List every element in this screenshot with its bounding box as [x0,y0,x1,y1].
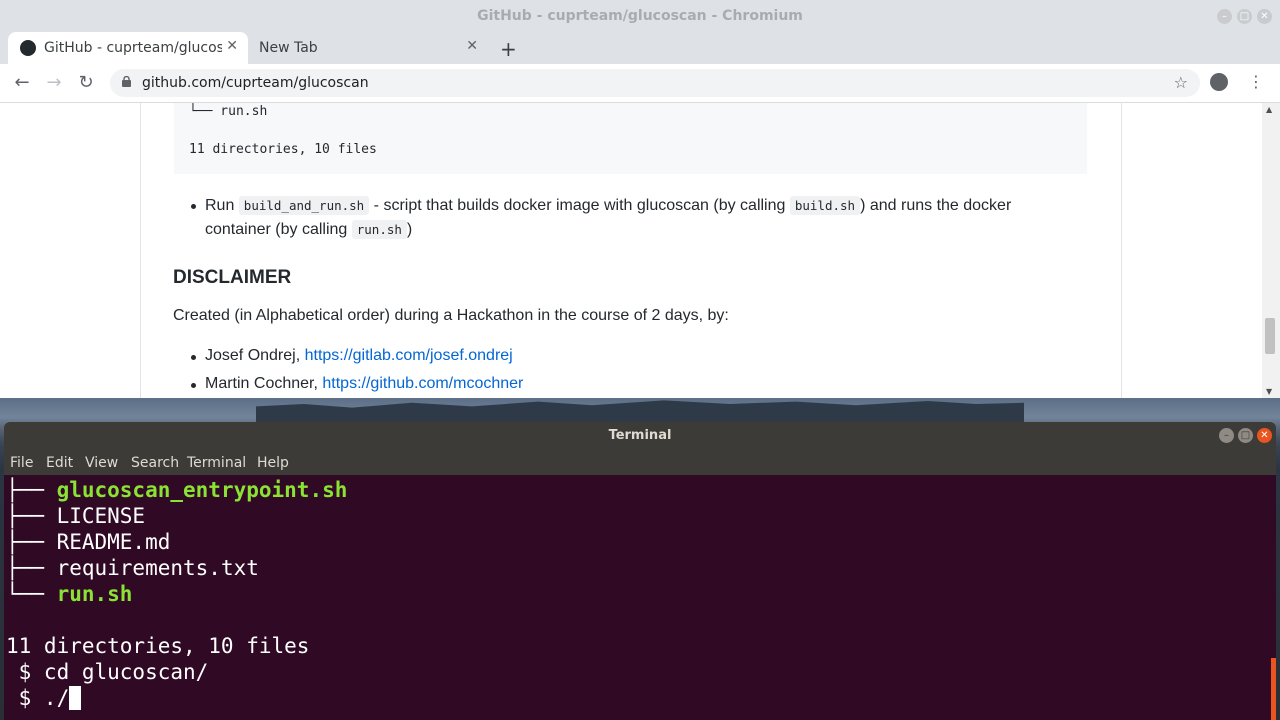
terminal-menubar: File Edit View Search Terminal Help [4,450,1276,475]
run-bullet: Run build_and_run.sh - script that build… [205,194,1065,242]
menu-view[interactable]: View [85,455,118,471]
scroll-up-icon[interactable]: ▲ [1266,105,1272,114]
menu-terminal[interactable]: Terminal [187,455,246,471]
tab-label: GitHub - cuprteam/glucoscan [44,40,222,56]
page-content: └── run.sh 11 directories, 10 files Run … [0,103,1262,398]
tree-prefix: └── [6,582,57,606]
menu-help[interactable]: Help [257,455,289,471]
command-line: $ cd glucoscan/ [6,660,209,684]
menu-search[interactable]: Search [131,455,179,471]
bullet-dot [191,204,196,209]
text: - script that builds docker image with g… [369,197,790,214]
tree-prefix: ├── [6,478,57,502]
browser-window: GitHub - cuprteam/glucoscan - Chromium –… [0,0,1280,398]
scroll-thumb[interactable] [1265,318,1275,354]
minimize-icon[interactable]: – [1219,428,1234,443]
code-line: 11 directories, 10 files [189,142,377,157]
author-name: Josef Ondrej, [205,347,305,364]
tree-line: └── run.sh [6,582,132,606]
author-name: Martin Cochner, [205,375,323,392]
terminal-scrollbar[interactable] [1271,658,1276,720]
reload-icon[interactable]: ↻ [75,72,97,93]
inline-code: build_and_run.sh [238,196,370,215]
browser-titlebar: GitHub - cuprteam/glucoscan - Chromium –… [0,0,1280,32]
tab-close-icon[interactable]: ✕ [466,38,478,54]
maximize-icon[interactable]: □ [1237,9,1252,24]
tree-line: ├── glucoscan_entrypoint.sh [6,478,347,502]
close-icon[interactable]: ✕ [1257,9,1272,24]
forward-icon[interactable]: → [43,72,65,93]
inline-code: build.sh [789,196,861,215]
mountain-ridge [256,400,1024,422]
author-link[interactable]: https://github.com/mcochner [322,375,523,392]
tree-entry: run.sh [56,582,133,606]
bullet-dot [191,355,196,360]
code-block: └── run.sh 11 directories, 10 files [174,103,1087,174]
tree-line: ├── LICENSE [6,504,145,528]
tree-prefix: ├── [6,530,57,554]
author-item: Martin Cochner, https://github.com/mcoch… [205,375,523,393]
tree-line: ├── README.md [6,530,170,554]
star-icon[interactable]: ☆ [1174,73,1188,92]
new-tab-icon[interactable]: + [500,37,517,61]
address-bar[interactable]: github.com/cuprteam/glucoscan ☆ [110,69,1200,97]
prompt-text: $ ./ [6,686,70,710]
github-icon [20,40,36,56]
inline-code: run.sh [351,220,407,239]
browser-toolbar: ← → ↻ github.com/cuprteam/glucoscan ☆ [0,64,1280,103]
tree-line: ├── requirements.txt [6,556,259,580]
menu-icon[interactable]: ⋮ [1248,72,1264,91]
terminal-output[interactable]: ├── glucoscan_entrypoint.sh ├── LICENSE … [4,475,1276,720]
minimize-icon[interactable]: – [1217,9,1232,24]
tree-entry: README.md [56,530,171,554]
tab-label: New Tab [259,40,318,56]
close-icon[interactable]: ✕ [1257,428,1272,443]
tab-strip: GitHub - cuprteam/glucoscan ✕ New Tab ✕ … [0,32,1280,64]
url-text: github.com/cuprteam/glucoscan [142,75,369,91]
text-cursor [69,686,82,710]
code-line: └── run.sh [189,104,268,119]
disclaimer-heading: DISCLAIMER [173,267,292,288]
scroll-down-icon[interactable]: ▼ [1266,387,1272,396]
bullet-dot [191,383,196,388]
menu-edit[interactable]: Edit [46,455,73,471]
lock-icon [122,76,131,87]
readme-article: └── run.sh 11 directories, 10 files Run … [140,103,1122,398]
window-title: GitHub - cuprteam/glucoscan - Chromium [477,8,803,24]
tree-prefix: ├── [6,556,57,580]
tab-github[interactable]: GitHub - cuprteam/glucoscan ✕ [8,32,248,64]
tab-new[interactable]: New Tab ✕ [248,32,488,64]
tab-close-icon[interactable]: ✕ [226,38,238,54]
menu-file[interactable]: File [10,455,33,471]
author-item: Josef Ondrej, https://gitlab.com/josef.o… [205,347,513,365]
terminal-window: Terminal – □ ✕ File Edit View Search Ter… [4,422,1276,720]
author-link[interactable]: https://gitlab.com/josef.ondrej [305,347,513,364]
maximize-icon[interactable]: □ [1238,428,1253,443]
terminal-title: Terminal [608,428,672,443]
profile-icon[interactable] [1210,73,1228,91]
tree-entry: LICENSE [56,504,146,528]
tree-entry: glucoscan_entrypoint.sh [56,478,348,502]
tree-prefix: ├── [6,504,57,528]
terminal-titlebar: Terminal – □ ✕ [4,422,1276,450]
page-scrollbar[interactable]: ▲ ▼ [1262,103,1280,398]
tree-entry: requirements.txt [56,556,259,580]
prompt-line[interactable]: $ ./ [6,686,82,710]
tree-summary: 11 directories, 10 files [6,634,310,658]
text: Run [205,197,239,214]
back-icon[interactable]: ← [11,72,33,93]
text: ) [406,221,413,238]
disclaimer-text: Created (in Alphabetical order) during a… [173,307,729,324]
